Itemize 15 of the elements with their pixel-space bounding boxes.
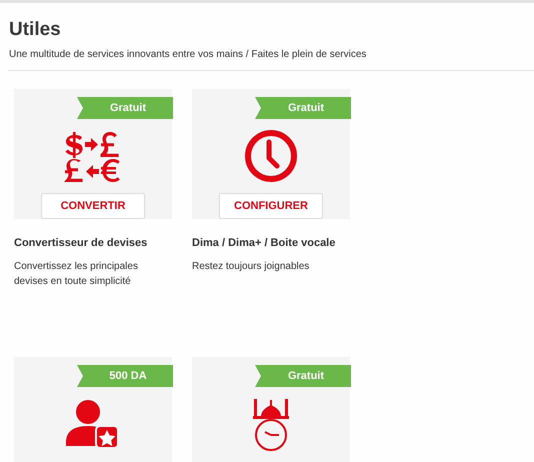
service-name: Dima / Dima+ / Boite vocale: [192, 237, 336, 249]
price-ribbon: Gratuit: [77, 97, 173, 119]
price-ribbon: 500 DA: [77, 365, 173, 387]
page-title: Utiles: [9, 19, 62, 41]
price-ribbon: Gratuit: [255, 365, 351, 387]
service-name: Convertisseur de devises: [14, 237, 148, 249]
action-button[interactable]: CONFIGURER: [219, 192, 323, 219]
user-star-icon: [66, 400, 120, 450]
mosque-clock-icon: [251, 397, 291, 453]
price-ribbon: Gratuit: [255, 97, 351, 119]
service-description: Restez toujours joignables: [192, 260, 310, 274]
action-button[interactable]: CONVERTIR: [41, 192, 145, 219]
service-description: Convertissez les principales devises en toute simplicité: [14, 260, 139, 289]
clock-icon: [244, 128, 298, 183]
page-subtitle: Une multitude de services innovants entre vos mains / Faites le plein de services: [9, 49, 368, 60]
